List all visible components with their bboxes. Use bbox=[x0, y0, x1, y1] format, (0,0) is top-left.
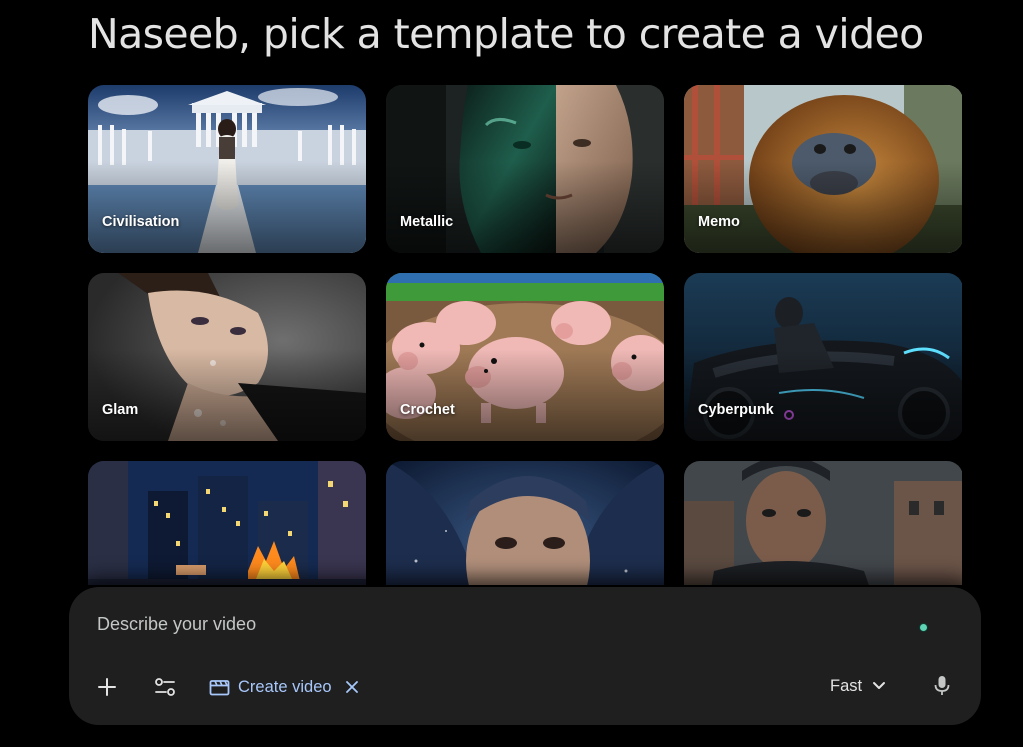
add-button[interactable] bbox=[93, 673, 121, 701]
card-shade bbox=[88, 160, 366, 253]
create-video-chip[interactable]: Create video bbox=[209, 673, 358, 701]
template-label: Glam bbox=[102, 402, 139, 418]
template-grid: Civilisation Metallic Memo Glam Crochet … bbox=[88, 85, 962, 585]
microphone-button[interactable] bbox=[929, 671, 955, 701]
close-icon bbox=[345, 681, 358, 693]
template-card-cyberpunk[interactable]: Cyberpunk bbox=[684, 273, 962, 441]
template-card-metallic[interactable]: Metallic bbox=[386, 85, 664, 253]
mode-selected-label: Fast bbox=[830, 676, 863, 695]
action-hero-thumbnail bbox=[684, 461, 962, 585]
template-label: Civilisation bbox=[102, 214, 180, 230]
template-card-glam[interactable]: Glam bbox=[88, 273, 366, 441]
card-shade bbox=[684, 348, 962, 441]
template-label: Cyberpunk bbox=[698, 402, 774, 418]
describe-video-input[interactable] bbox=[97, 611, 897, 637]
template-card-pixel-city[interactable] bbox=[88, 461, 366, 585]
template-card-civilisation[interactable]: Civilisation bbox=[88, 85, 366, 253]
chevron-down-icon bbox=[873, 682, 886, 689]
remove-tool-button[interactable] bbox=[345, 681, 358, 693]
tools-button[interactable] bbox=[151, 673, 179, 701]
plus-icon bbox=[98, 678, 116, 696]
template-card-crochet[interactable]: Crochet bbox=[386, 273, 664, 441]
card-shade bbox=[386, 160, 664, 253]
template-card-memo[interactable]: Memo bbox=[684, 85, 962, 253]
tune-icon bbox=[155, 678, 175, 696]
template-label: Crochet bbox=[400, 402, 455, 418]
prompt-composer: Create video Fast bbox=[69, 587, 981, 725]
template-card-cosmic-portrait[interactable] bbox=[386, 461, 664, 585]
microphone-icon bbox=[934, 676, 950, 695]
template-label: Memo bbox=[698, 214, 740, 230]
video-clapper-icon bbox=[209, 680, 230, 696]
cosmic-portrait-thumbnail bbox=[386, 461, 664, 585]
template-label: Metallic bbox=[400, 214, 454, 230]
status-indicator-dot bbox=[920, 624, 927, 631]
template-card-action-hero[interactable] bbox=[684, 461, 962, 585]
create-video-label: Create video bbox=[238, 677, 332, 696]
model-mode-dropdown[interactable]: Fast bbox=[830, 671, 886, 701]
card-shade bbox=[88, 348, 366, 441]
template-picker-page: Naseeb, pick a template to create a vide… bbox=[0, 0, 1023, 747]
page-title: Naseeb, pick a template to create a vide… bbox=[88, 10, 924, 58]
card-shade bbox=[386, 348, 664, 441]
pixel-city-thumbnail bbox=[88, 461, 366, 585]
card-shade bbox=[684, 160, 962, 253]
